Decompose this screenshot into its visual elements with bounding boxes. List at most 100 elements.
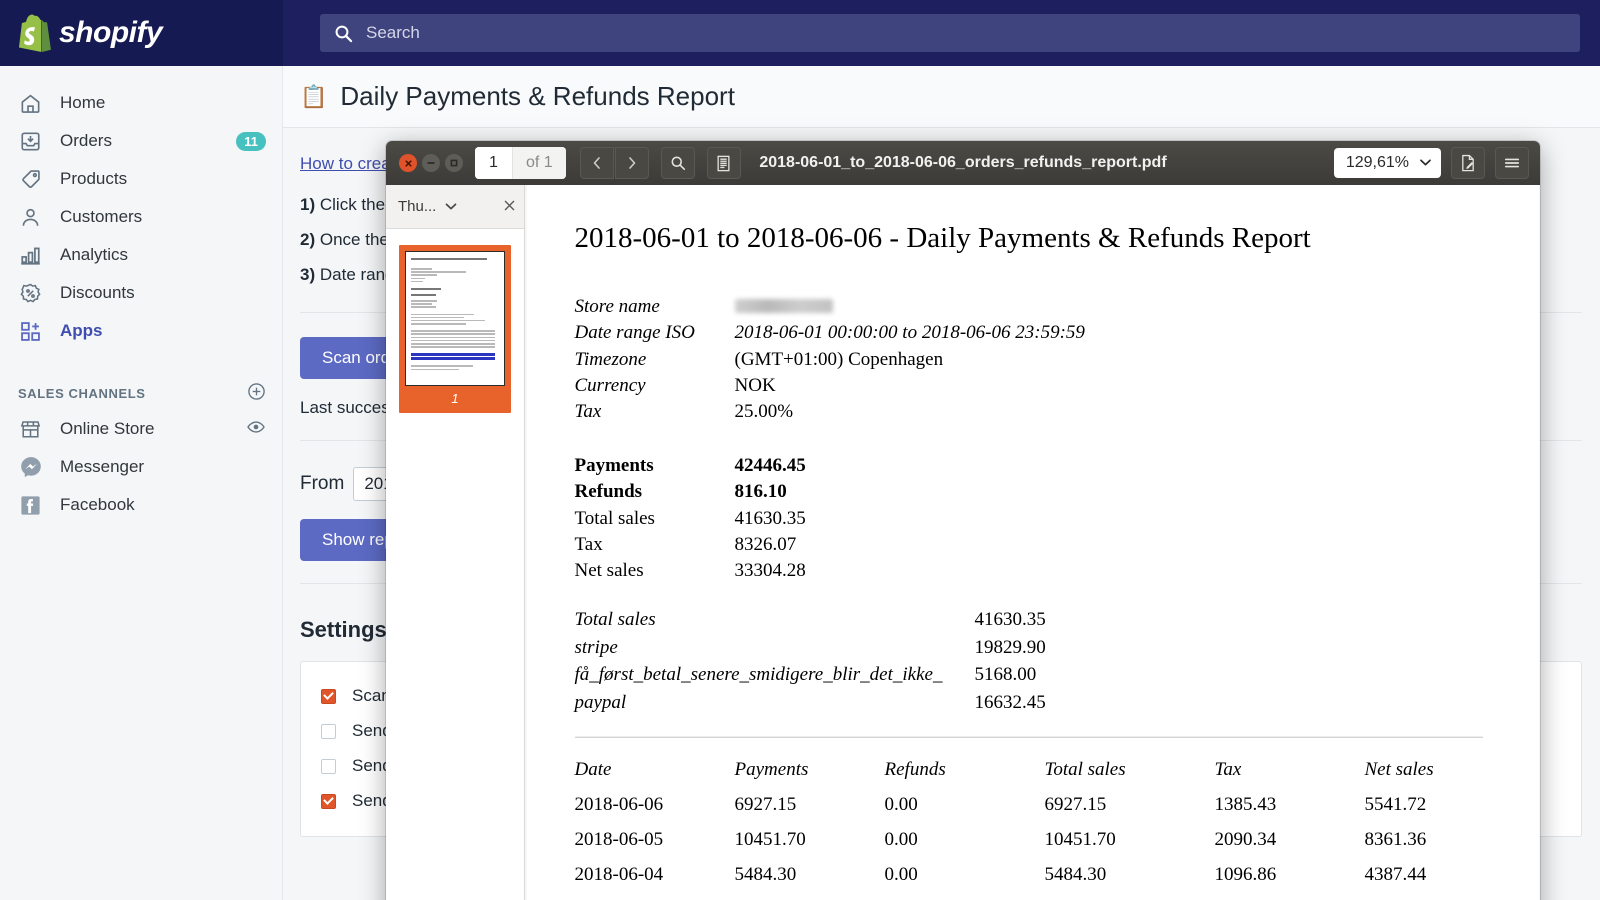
sidebar-item-label: Apps: [60, 321, 103, 341]
table-cell: 8361.36: [1365, 829, 1483, 864]
table-row: 2018-06-05 10451.70 0.00 10451.70 2090.3…: [575, 829, 1483, 864]
meta-row: Date range ISO 2018-06-01 00:00:00 to 20…: [575, 320, 1483, 346]
meta-row: Store name: [575, 294, 1483, 320]
summary-row: Refunds 816.10: [575, 479, 1483, 505]
hamburger-menu-icon[interactable]: [1495, 147, 1529, 179]
page-number-input[interactable]: 1: [475, 147, 513, 179]
shopify-admin-window: shopify Search Home: [0, 0, 1600, 900]
breakdown-value: 16632.45: [975, 689, 1046, 717]
breakdown-row: stripe 19829.90: [575, 634, 1483, 662]
messenger-icon: [18, 455, 43, 480]
document-title: 2018-06-01 to 2018-06-06 - Daily Payment…: [575, 221, 1483, 256]
table-cell: 0.00: [885, 794, 1045, 829]
table-cell: 5541.72: [1365, 794, 1483, 829]
sidebar-section-label: SALES CHANNELS: [18, 386, 146, 401]
breakdown-row: Total sales 41630.35: [575, 606, 1483, 634]
table-cell: 6927.15: [1045, 794, 1215, 829]
redaction-block: [735, 299, 833, 313]
search-input[interactable]: Search: [320, 14, 1580, 52]
orders-badge: 11: [236, 132, 266, 151]
home-icon: [18, 91, 43, 116]
page-indicator[interactable]: 1 of 1: [475, 147, 566, 179]
meta-value: 25.00%: [735, 399, 794, 425]
sidebar: Home Orders 11 Products: [0, 66, 283, 900]
table-row: 2018-06-04 5484.30 0.00 5484.30 1096.86 …: [575, 864, 1483, 899]
maximize-icon[interactable]: [445, 154, 463, 172]
step-number: 1): [300, 195, 315, 214]
bar-chart-icon: [18, 243, 43, 268]
summary-key: Payments: [575, 453, 735, 479]
step-number: 3): [300, 265, 315, 284]
find-button[interactable]: [661, 147, 695, 179]
close-x-icon[interactable]: [503, 198, 516, 215]
table-cell: 4387.44: [1365, 864, 1483, 899]
sidebar-item-messenger[interactable]: Messenger: [0, 448, 282, 486]
table-header-cell: Refunds: [885, 759, 1045, 794]
summary-value: 33304.28: [735, 558, 806, 584]
minimize-icon[interactable]: [422, 154, 440, 172]
summary-row: Payments 42446.45: [575, 453, 1483, 479]
meta-row: Timezone (GMT+01:00) Copenhagen: [575, 347, 1483, 373]
sidebar-item-label: Discounts: [60, 283, 135, 303]
pdf-document-area[interactable]: 2018-06-01 to 2018-06-06 - Daily Payment…: [525, 185, 1540, 900]
search-icon: [334, 24, 353, 43]
checkbox-scan-auto[interactable]: [321, 689, 336, 704]
page-thumbnail[interactable]: 1: [399, 245, 511, 413]
storefront-icon: [18, 417, 43, 442]
page-annotate-icon[interactable]: [1451, 147, 1485, 179]
checkbox-weekly-email[interactable]: [321, 759, 336, 774]
sidebar-item-customers[interactable]: Customers: [0, 198, 282, 236]
breakdown-key: stripe: [575, 634, 975, 662]
meta-key: Tax: [575, 399, 735, 425]
table-cell: 0.00: [885, 829, 1045, 864]
previous-page-button[interactable]: [580, 147, 614, 179]
sidebar-item-orders[interactable]: Orders 11: [0, 122, 282, 160]
summary-row: Net sales 33304.28: [575, 558, 1483, 584]
sidebar-item-products[interactable]: Products: [0, 160, 282, 198]
meta-key: Timezone: [575, 347, 735, 373]
summary-value: 42446.45: [735, 453, 806, 479]
shopify-bag-icon: [18, 14, 52, 52]
sidebar-item-facebook[interactable]: Facebook: [0, 486, 282, 524]
top-bar: shopify Search: [0, 0, 1600, 66]
next-page-button[interactable]: [615, 147, 649, 179]
checkbox-daily-email[interactable]: [321, 724, 336, 739]
sidebar-item-home[interactable]: Home: [0, 84, 282, 122]
page-count-label: of 1: [513, 147, 566, 179]
zoom-level-value: 129,61%: [1346, 154, 1409, 172]
meta-value: 2018-06-01 00:00:00 to 2018-06-06 23:59:…: [735, 320, 1085, 346]
sidebar-item-label: Facebook: [60, 495, 135, 515]
page-nav-group: [580, 147, 649, 179]
close-icon[interactable]: [399, 154, 417, 172]
breakdown-key: paypal: [575, 689, 975, 717]
shopify-logo[interactable]: shopify: [0, 0, 283, 66]
pdf-page: 2018-06-01 to 2018-06-06 - Daily Payment…: [527, 185, 1539, 900]
meta-key: Date range ISO: [575, 320, 735, 346]
side-panel-header: Thu...: [386, 185, 524, 229]
shopify-wordmark: shopify: [59, 16, 162, 50]
sidebar-item-analytics[interactable]: Analytics: [0, 236, 282, 274]
table-cell: 1385.43: [1215, 794, 1365, 829]
table-cell: 2018-06-04: [575, 864, 735, 899]
pdf-titlebar[interactable]: 1 of 1: [386, 141, 1540, 185]
zoom-select[interactable]: 129,61%: [1334, 148, 1441, 178]
chevron-down-icon[interactable]: [444, 198, 458, 216]
person-icon: [18, 205, 43, 230]
search-placeholder: Search: [366, 23, 420, 43]
chevron-down-icon: [1419, 154, 1432, 172]
checkbox-monthly-email[interactable]: [321, 794, 336, 809]
document-outline-icon[interactable]: [707, 147, 741, 179]
sidebar-item-discounts[interactable]: Discounts: [0, 274, 282, 312]
summary-row: Tax 8326.07: [575, 532, 1483, 558]
thumbnail-preview: [405, 251, 505, 386]
table-row: 2018-06-06 6927.15 0.00 6927.15 1385.43 …: [575, 794, 1483, 829]
sidebar-item-apps[interactable]: Apps: [0, 312, 282, 350]
table-header-cell: Payments: [735, 759, 885, 794]
plus-circle-icon[interactable]: [247, 382, 266, 404]
meta-row: Tax 25.00%: [575, 399, 1483, 425]
sidebar-section-sales-channels: SALES CHANNELS: [0, 376, 282, 410]
page-header: 📋 Daily Payments & Refunds Report: [283, 66, 1600, 128]
sidebar-item-online-store[interactable]: Online Store: [0, 410, 282, 448]
from-label: From: [300, 473, 344, 495]
eye-icon[interactable]: [246, 417, 266, 442]
